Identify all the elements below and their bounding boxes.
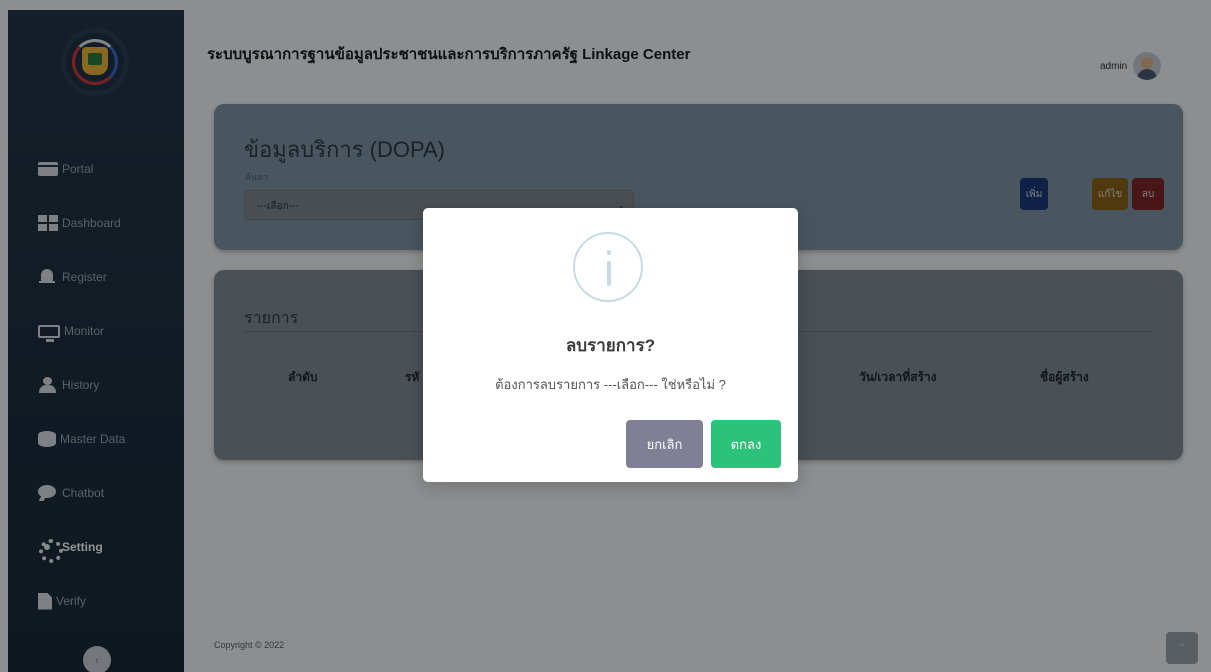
dialog-title: ลบรายการ? <box>565 336 656 355</box>
info-icon <box>573 232 643 302</box>
dialog-message: ต้องการลบรายการ ---เลือก--- ใช่หรือไม่ ? <box>495 377 726 392</box>
confirm-button[interactable]: ตกลง <box>711 420 781 468</box>
confirm-dialog: ลบรายการ? ต้องการลบรายการ ---เลือก--- ใช… <box>423 208 798 482</box>
cancel-button[interactable]: ยกเลิก <box>626 420 703 468</box>
